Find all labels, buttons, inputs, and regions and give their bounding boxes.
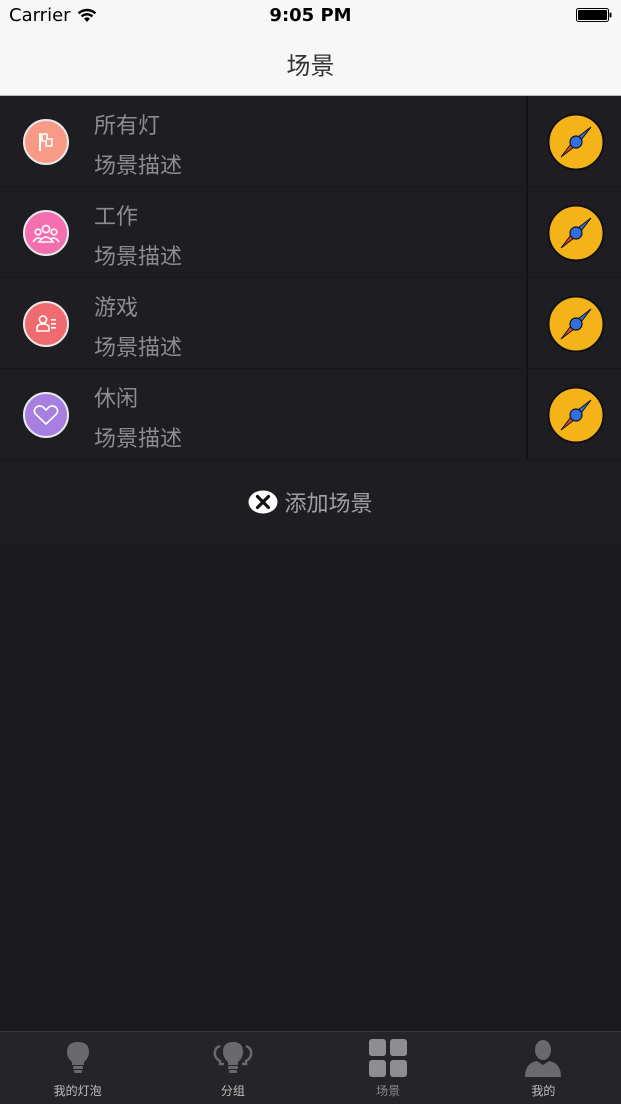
scene-row-all-lights[interactable]: 所有灯 场景描述 xyxy=(0,96,621,187)
add-scene-label: 添加场景 xyxy=(284,492,373,517)
bulb-icon xyxy=(56,1038,100,1078)
close-circle-icon xyxy=(248,490,278,514)
compass-icon[interactable] xyxy=(547,386,605,444)
tab-groups[interactable]: 分组 xyxy=(155,1032,310,1104)
row-divider xyxy=(526,278,528,368)
scene-row-game[interactable]: 游戏 场景描述 xyxy=(0,278,621,369)
scene-screen: Carrier 9:05 PM 场景 所有灯 场景描述 工作 场景描述 游戏 场… xyxy=(0,0,621,1104)
flag-icon xyxy=(23,119,69,165)
scene-name: 工作 xyxy=(94,205,139,230)
page-title: 场景 xyxy=(286,52,335,80)
group-icon xyxy=(23,210,69,256)
navigation-bar: Carrier 9:05 PM 场景 xyxy=(0,0,621,96)
scene-row-work[interactable]: 工作 场景描述 xyxy=(0,187,621,278)
row-divider xyxy=(526,369,528,459)
tab-my-bulbs[interactable]: 我的灯泡 xyxy=(0,1032,155,1104)
compass-icon[interactable] xyxy=(547,204,605,262)
bulb-group-icon xyxy=(211,1038,255,1078)
scene-description: 场景描述 xyxy=(94,427,183,452)
scene-list: 所有灯 场景描述 工作 场景描述 游戏 场景描述 休闲 场景描述 添加场景 xyxy=(0,96,621,544)
tab-label: 分组 xyxy=(220,1084,245,1098)
scene-name: 所有灯 xyxy=(94,114,161,139)
scene-description: 场景描述 xyxy=(94,245,183,270)
heart-icon xyxy=(23,392,69,438)
scene-row-leisure[interactable]: 休闲 场景描述 xyxy=(0,369,621,460)
status-time: 9:05 PM xyxy=(269,5,352,26)
add-scene-button[interactable]: 添加场景 xyxy=(0,460,621,544)
contact-card-icon xyxy=(23,301,69,347)
tab-label: 我的 xyxy=(531,1084,556,1098)
battery-icon xyxy=(576,8,612,22)
tab-label: 我的灯泡 xyxy=(53,1084,102,1098)
tab-label: 场景 xyxy=(376,1084,401,1098)
scene-description: 场景描述 xyxy=(94,154,183,179)
compass-icon[interactable] xyxy=(547,295,605,353)
tab-me[interactable]: 我的 xyxy=(466,1032,621,1104)
row-divider xyxy=(526,187,528,277)
scene-name: 休闲 xyxy=(94,387,139,412)
row-divider xyxy=(526,96,528,186)
compass-icon[interactable] xyxy=(547,113,605,171)
scene-name: 游戏 xyxy=(94,296,139,321)
person-icon xyxy=(521,1038,565,1078)
scene-description: 场景描述 xyxy=(94,336,183,361)
tab-scenes[interactable]: 场景 xyxy=(311,1032,466,1104)
grid-icon xyxy=(366,1038,410,1078)
tab-bar: 我的灯泡 分组 场景 我的 xyxy=(0,1031,621,1104)
